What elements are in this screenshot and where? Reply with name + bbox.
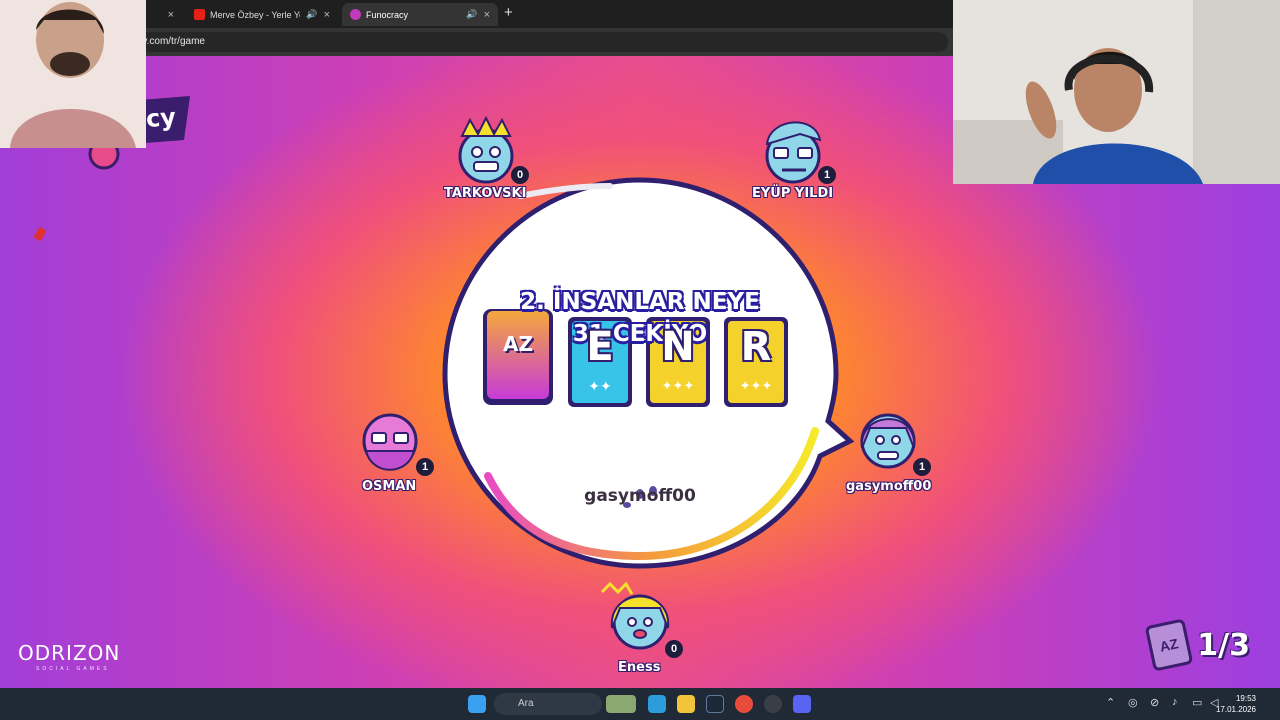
clock-time: 19:53 (1235, 694, 1256, 703)
question-line-1: 2. İNSANLAR NEYE (520, 289, 760, 315)
notepad-icon[interactable] (648, 695, 666, 713)
windows-start-icon[interactable] (468, 695, 486, 713)
brand-logo: ODRIZON (18, 641, 121, 665)
card-e-stars: ✦✦ (588, 378, 612, 394)
webcam-right-person (953, 0, 1280, 184)
round-counter: 1/3 (1197, 627, 1250, 663)
tab-close-icon[interactable]: × (324, 9, 330, 21)
brand-subtitle: SOCIAL GAMES (36, 666, 110, 672)
tab-close-icon[interactable]: × (484, 9, 490, 21)
tab-music-video-title: Merve Özbey - Yerle Yeksan (210, 9, 300, 20)
round-az-icon: AZ (1144, 618, 1194, 672)
network-icon[interactable]: ▭ (1192, 696, 1202, 709)
az-icon: AZ (503, 332, 533, 356)
taskbar-search-box[interactable]: Ara (494, 693, 602, 715)
player-score-tarkovski: 0 (511, 166, 529, 184)
new-tab-button[interactable]: + (504, 4, 513, 21)
card-e-letter: E (586, 324, 614, 370)
webcam-left (0, 0, 146, 148)
windows-taskbar: Ara ⌃ ◎ ⊘ ♪ ▭ ◁ 19:53 17.01.2026 (0, 688, 1280, 720)
tab-music-video[interactable]: Merve Özbey - Yerle Yeksan 🔊 × (186, 3, 338, 26)
youtube-icon (194, 9, 205, 20)
funocracy-logo-text: cy (145, 102, 177, 134)
audio-playing-icon[interactable]: 🔊 (466, 9, 477, 20)
avatar-tarkovski (458, 115, 514, 184)
tray-app-icon[interactable]: ◎ (1128, 696, 1138, 709)
avatar-eyup (765, 121, 822, 184)
current-player-name: gasymoff00 (584, 486, 696, 506)
avatar-osman (362, 413, 418, 471)
player-name-gasymoff: gasymoff00 (846, 479, 932, 494)
steam-icon[interactable] (706, 695, 724, 713)
taskbar-clock[interactable]: 19:53 17.01.2026 (1216, 693, 1256, 715)
player-name-eyup: EYÜP YILDI (752, 186, 834, 201)
microphone-icon[interactable]: ♪ (1172, 696, 1178, 708)
card-r-letter: R (740, 324, 772, 370)
clock-date: 17.01.2026 (1215, 705, 1256, 714)
player-score-eness: 0 (665, 640, 683, 658)
app-icon[interactable] (764, 695, 782, 713)
discord-icon[interactable] (793, 695, 811, 713)
avatar-eness (600, 581, 670, 650)
url-field[interactable]: funocracy.com/tr/game (88, 32, 948, 52)
player-name-osman: OSMAN (362, 479, 417, 494)
widgets-icon[interactable] (606, 695, 636, 713)
audio-playing-icon[interactable]: 🔊 (306, 9, 317, 20)
webcam-right (953, 0, 1280, 184)
tab-close-icon[interactable]: × (168, 9, 174, 21)
player-name-eness: Eness (618, 660, 661, 675)
player-score-eyup: 1 (818, 166, 836, 184)
chrome-icon[interactable] (735, 695, 753, 713)
tray-notify-icon[interactable]: ⊘ (1150, 696, 1159, 709)
screen: ⌄ Dashboard × Merve Özbey - Yerle Yeksan… (0, 0, 1280, 720)
card-n-stars: ✦✦✦ (661, 378, 695, 393)
file-explorer-icon[interactable] (677, 695, 695, 713)
round-indicator: AZ 1/3 (1144, 618, 1250, 672)
player-score-gasymoff: 1 (913, 458, 931, 476)
card-r-stars: ✦✦✦ (739, 378, 773, 393)
card-n-letter: N (661, 324, 695, 370)
funocracy-favicon-icon (350, 9, 361, 20)
avatar-gasymoff (860, 413, 916, 469)
webcam-left-person (0, 0, 146, 148)
tab-funocracy[interactable]: Funocracy 🔊 × (342, 3, 498, 26)
player-score-osman: 1 (416, 458, 434, 476)
tab-funocracy-title: Funocracy (366, 9, 409, 20)
tray-chevron-icon[interactable]: ⌃ (1106, 696, 1115, 709)
player-name-tarkovski: TARKOVSKI (444, 186, 527, 201)
